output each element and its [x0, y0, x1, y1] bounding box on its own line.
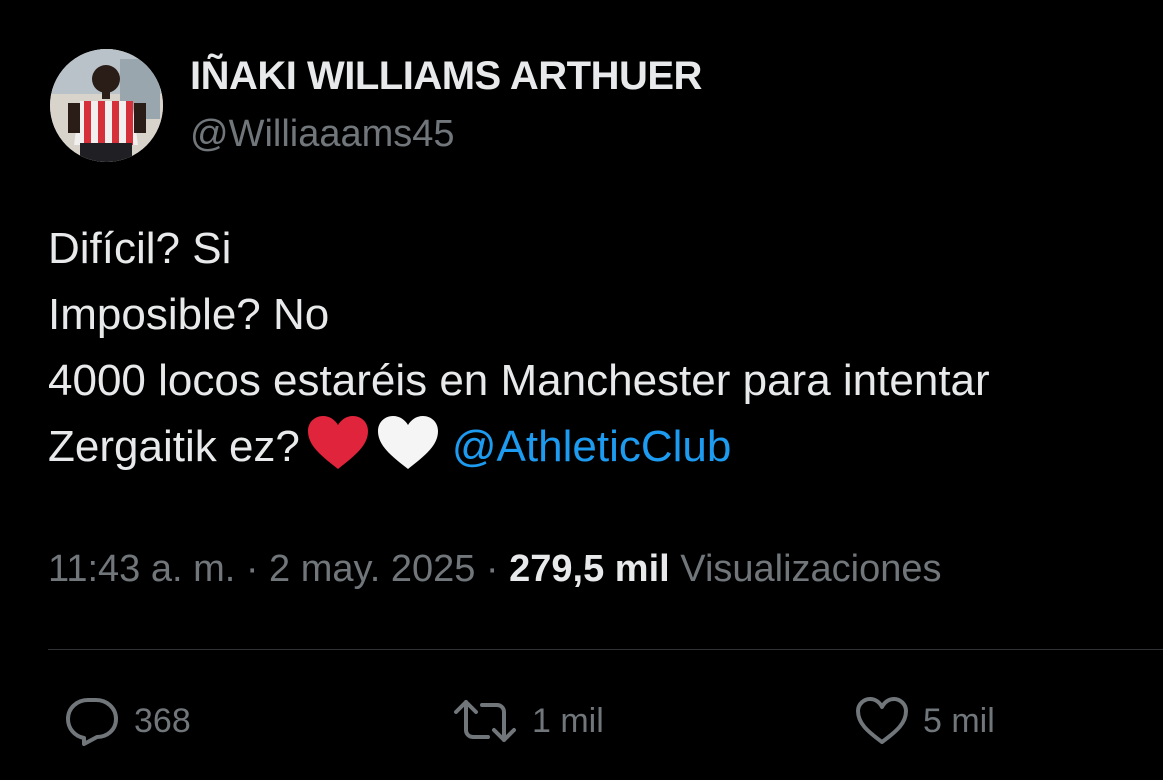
reply-count: 368 — [134, 701, 191, 740]
avatar[interactable] — [50, 49, 163, 162]
like-count: 5 mil — [923, 701, 995, 740]
tweet-line: Difícil? Si — [48, 224, 232, 273]
white-heart-icon — [376, 415, 440, 480]
like-icon — [855, 696, 909, 746]
repost-button[interactable]: 1 mil — [452, 696, 604, 746]
avatar-photo — [50, 49, 163, 162]
author-display-name[interactable]: IÑAKI WILLIAMS ARTHUER — [190, 54, 702, 99]
tweet-line-last: Zergaitik ez? @AthleticClub — [48, 414, 1163, 480]
repost-icon — [452, 696, 518, 746]
reply-button[interactable]: 368 — [64, 696, 191, 746]
author-handle[interactable]: @Williaaams45 — [190, 113, 455, 156]
reply-icon — [64, 696, 120, 746]
tweet-line: 4000 locos estaréis en Manchester para i… — [48, 356, 990, 405]
tweet-line-text: Zergaitik ez? — [48, 422, 300, 471]
repost-count: 1 mil — [532, 701, 604, 740]
like-button[interactable]: 5 mil — [855, 696, 995, 746]
tweet-text: Difícil? Si Imposible? No 4000 locos est… — [48, 216, 1163, 480]
timestamp[interactable]: 11:43 a. m. · 2 may. 2025 · — [48, 548, 499, 590]
views-count: 279,5 mil — [509, 548, 670, 590]
views-label: Visualizaciones — [680, 548, 942, 590]
divider — [48, 649, 1163, 650]
tweet-meta: 11:43 a. m. · 2 may. 2025 · 279,5 mil Vi… — [48, 548, 942, 591]
tweet-line: Imposible? No — [48, 290, 330, 339]
mention-link[interactable]: @AthleticClub — [452, 422, 731, 471]
tweet-card: IÑAKI WILLIAMS ARTHUER @Williaaams45 Dif… — [0, 0, 1163, 780]
red-heart-icon — [306, 415, 370, 480]
